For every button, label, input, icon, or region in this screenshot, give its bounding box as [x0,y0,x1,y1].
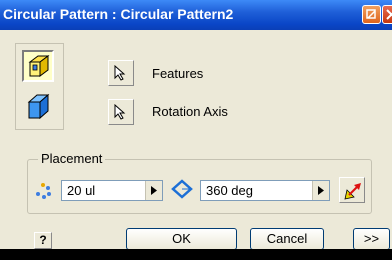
output-mode-panel [15,43,64,130]
close-button[interactable] [382,5,392,24]
help-button[interactable]: ? [34,232,52,249]
screen-edge [0,249,392,260]
count-value: 20 ul [67,183,96,198]
more-options-button[interactable]: >> [353,228,390,249]
cancel-button[interactable]: Cancel [250,228,324,249]
window-title: Circular Pattern : Circular Pattern2 [3,6,234,22]
angle-dropdown-button[interactable] [312,181,329,200]
ok-button[interactable]: OK [126,228,237,249]
count-combobox[interactable]: 20 ul [61,180,163,201]
flip-direction-button[interactable] [339,177,365,203]
count-icon [36,183,51,199]
join-features-icon [28,55,50,77]
angle-combobox[interactable]: 360 deg [200,180,330,201]
close-icon [386,9,392,20]
help-icon [366,9,376,19]
cursor-arrow-icon [114,104,126,120]
rotation-axis-select-button[interactable] [108,99,134,125]
count-dropdown-button[interactable] [145,181,162,200]
join-mode-button[interactable] [22,50,54,82]
flip-direction-icon [344,183,361,200]
triangle-right-icon [318,186,324,195]
title-bar[interactable]: Circular Pattern : Circular Pattern2 [0,0,392,30]
cursor-arrow-icon [114,65,126,81]
pattern-solid-mode-button[interactable] [22,90,54,122]
angle-icon [171,179,193,199]
triangle-right-icon [151,186,157,195]
placement-legend: Placement [38,151,106,166]
pattern-solid-icon [27,93,50,120]
angle-value: 360 deg [206,183,253,198]
circular-pattern-dialog: Circular Pattern : Circular Pattern2 Fea… [0,0,392,249]
rotation-axis-label: Rotation Axis [152,104,228,119]
features-label: Features [152,66,204,81]
title-help-button[interactable] [362,5,381,24]
features-select-button[interactable] [108,60,134,86]
